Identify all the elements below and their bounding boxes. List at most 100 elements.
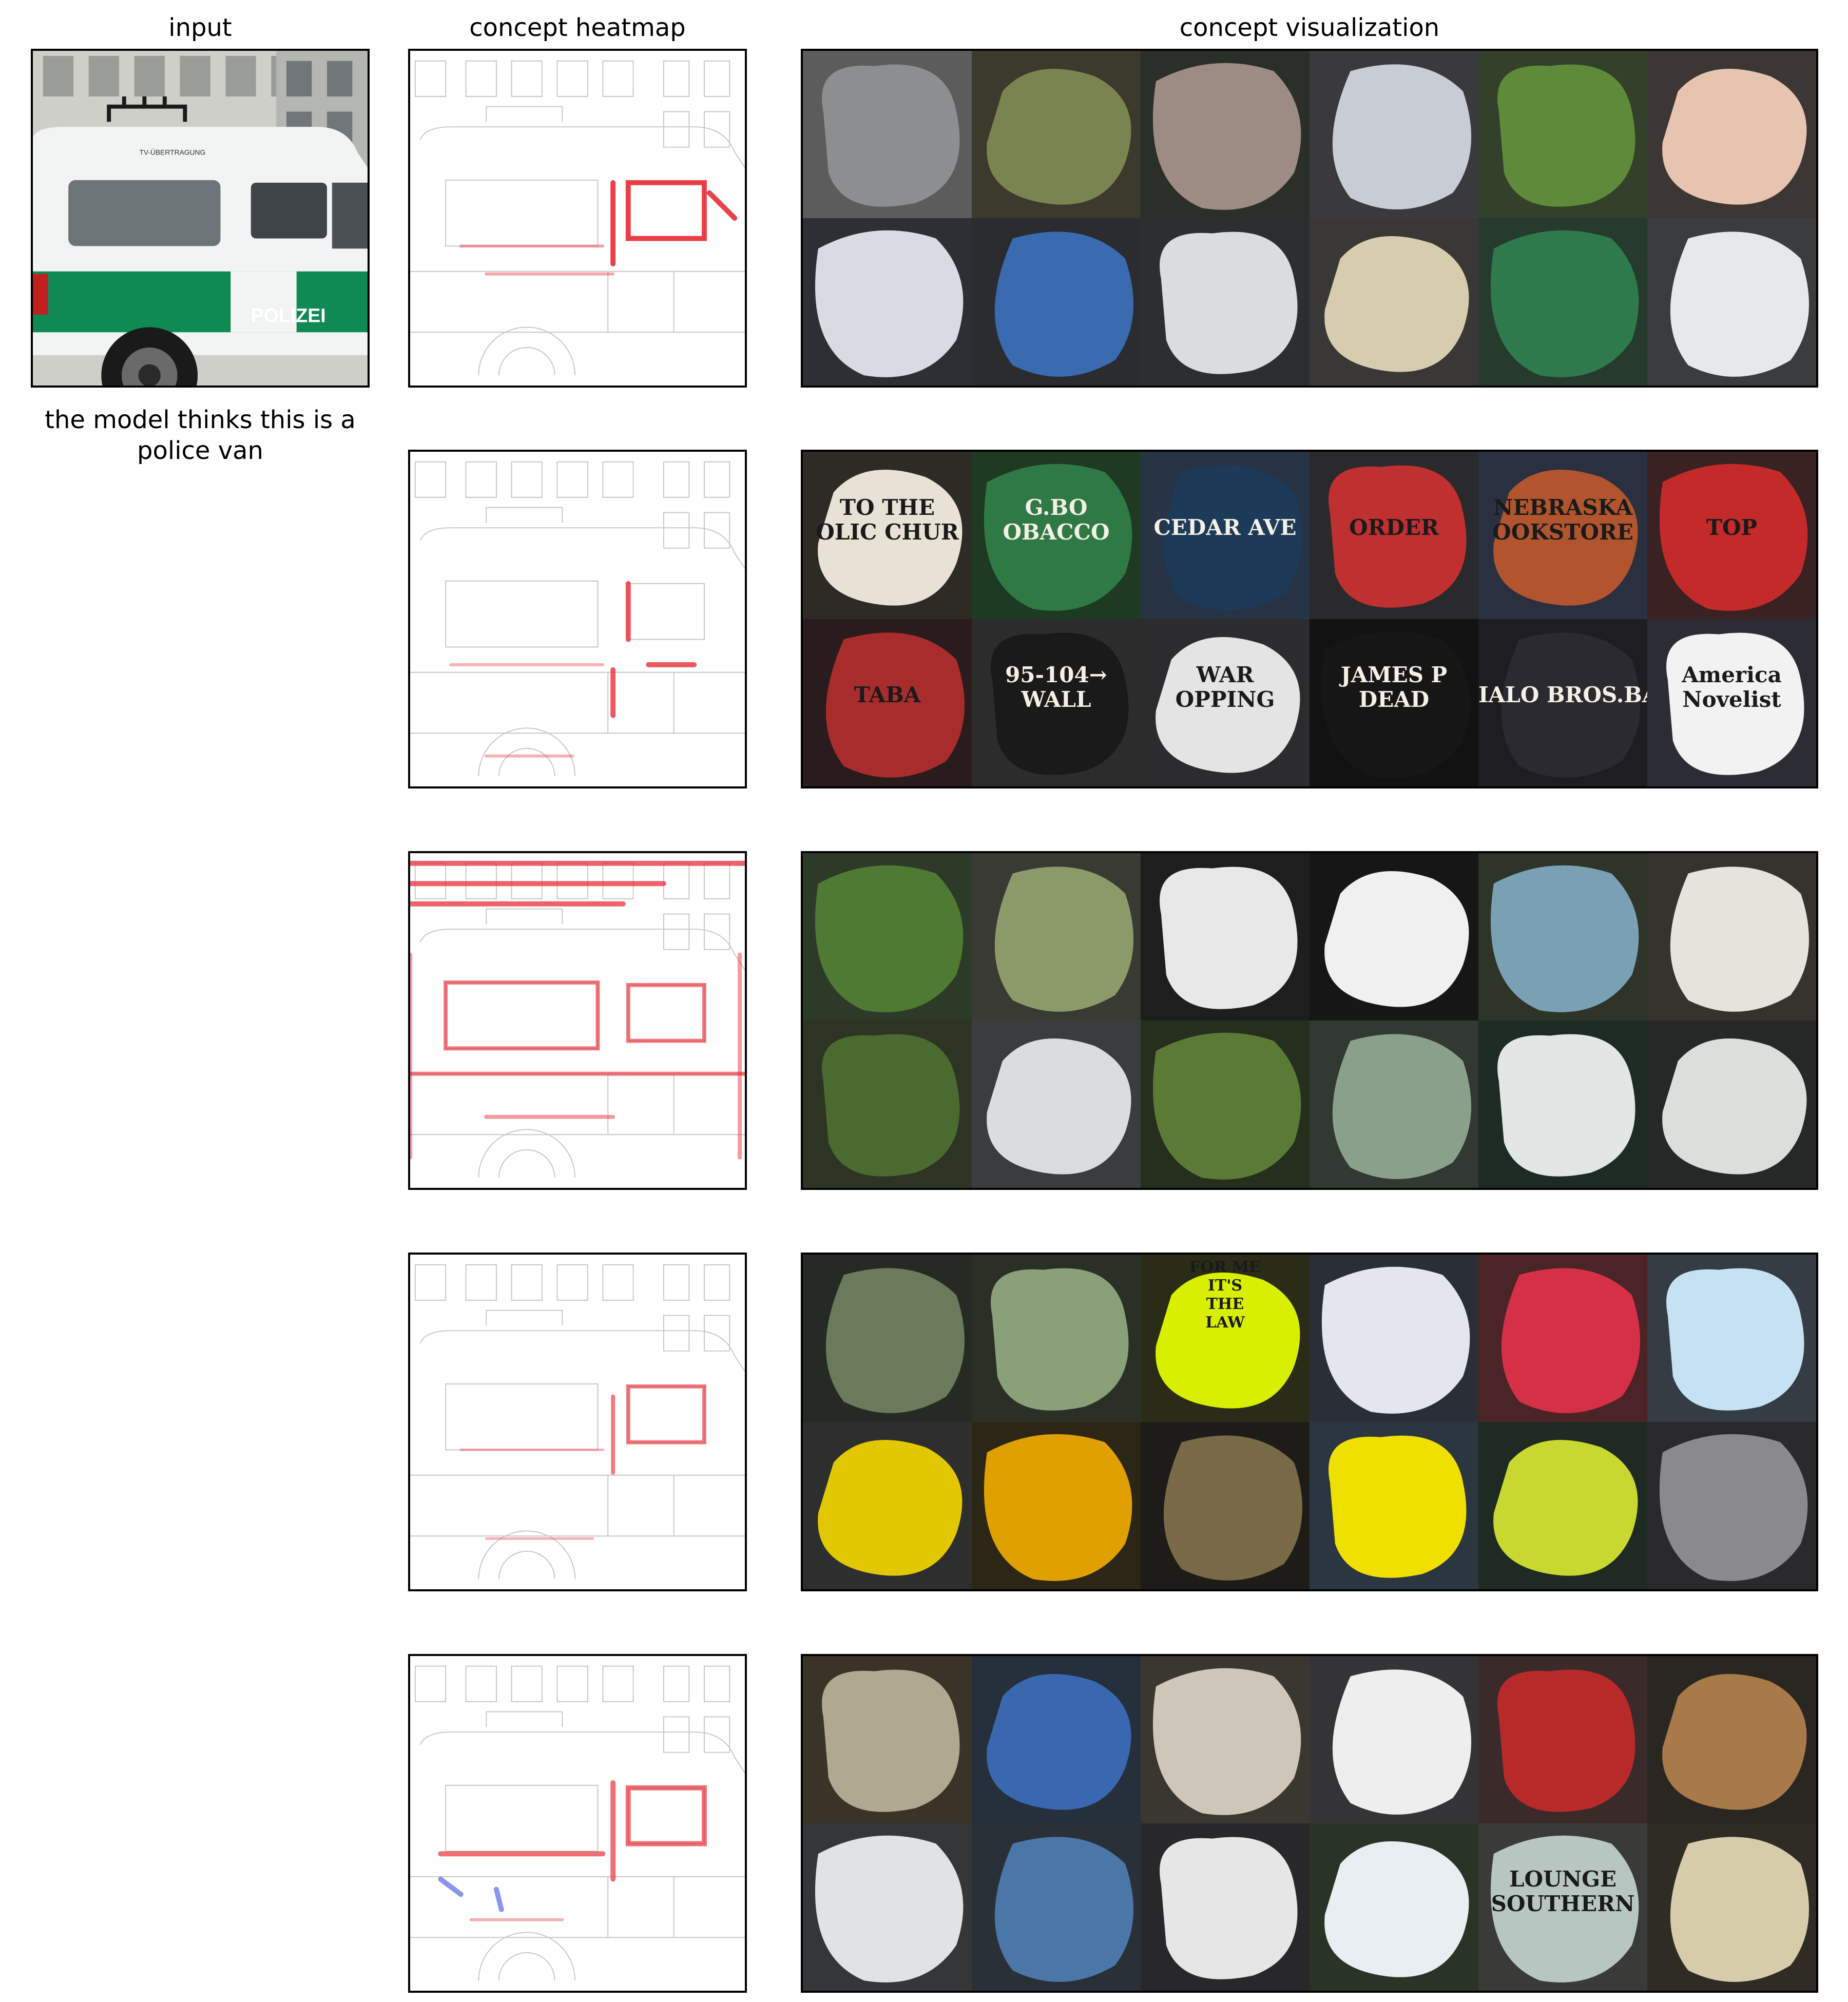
concept-example-tile: TABA [803,619,972,786]
edge-outline [498,346,555,376]
highlight-region [1152,1668,1301,1815]
highlight-region [1332,1034,1472,1179]
concept-visualization-1 [801,49,1818,388]
highlight-region [822,1669,960,1812]
tile-text: America Novelist [1682,662,1782,712]
edge-outline [703,862,730,899]
edge-outline [478,326,576,376]
concept-heatmap-4 [408,1253,747,1591]
concept-example-tile: LOUNGE SOUTHERN [1478,1823,1647,1991]
edge-outline [602,461,634,498]
concept-example-tile [1141,1021,1310,1188]
highlight-region [825,1268,965,1413]
heatmap-column-title: concept heatmap [469,13,686,42]
edge-outline [445,179,599,247]
concept-example-tile [1478,51,1647,218]
edge-outline [465,461,497,498]
tile-highlight-svg [984,1434,1132,1581]
concept-example-tile [1310,1656,1478,1823]
highlight-region [1324,1841,1469,1977]
input-image: POLIZEI TV-ÜBERTRAGUNG [31,49,370,388]
concept-example-tile: America Novelist [1647,619,1816,786]
edge-outline [556,862,588,899]
tile-text: 95-104→ WALL [1005,662,1107,712]
edge-outline [498,1149,555,1178]
highlight-region [987,1674,1131,1810]
concept-example-tile [1647,1823,1816,1991]
concept-example-tile [1310,1021,1478,1188]
highlight-region [991,1268,1129,1411]
concept-example-tile [1647,1422,1816,1589]
tile-highlight-svg [1152,1032,1301,1180]
highlight-region [822,64,960,207]
tile-highlight-svg [1324,236,1469,372]
edge-outline [486,908,563,925]
highlight-region [1324,871,1469,1007]
activation-stroke [610,180,738,266]
highlight-region [822,1034,960,1177]
edge-outline [414,60,447,97]
tile-text: TABA [854,682,921,707]
concept-example-tile [972,51,1141,218]
highlight-region [1163,1435,1303,1581]
concept-visualization-3 [801,851,1818,1190]
activation-stroke [438,1780,707,1882]
tile-highlight-svg [1324,1841,1469,1977]
highlight-region [1324,236,1469,372]
highlight-region [1329,1435,1467,1578]
edge-outline [511,60,543,97]
activation-stroke [410,980,745,1076]
concept-example-tile [803,218,972,386]
heatmap-svg [410,1264,745,1580]
tile-highlight-svg [822,64,960,207]
concept-example-tile [1141,1422,1310,1589]
concept-example-tile [803,1255,972,1422]
highlight-region [815,1835,964,1982]
edge-outline [663,862,690,899]
tile-text: G.BO OBACCO [1003,494,1110,545]
concept-example-tile: G.BO OBACCO [972,452,1141,619]
edge-outline [663,60,690,97]
edge-outline [703,111,730,148]
tile-highlight-svg [987,1038,1131,1175]
tile-highlight-svg [991,1268,1129,1411]
tile-text: LOUNGE SOUTHERN [1491,1866,1635,1916]
tile-highlight-svg [1662,1674,1807,1810]
highlight-region [1501,1268,1641,1413]
tile-highlight-svg [1497,1669,1635,1812]
tile-highlight-svg [994,232,1134,377]
activation-stroke [459,244,615,276]
tile-highlight-svg [1324,871,1469,1007]
edge-outline [602,60,634,97]
activation-stroke [438,1876,504,1912]
police-van-illustration: POLIZEI TV-ÜBERTRAGUNG [33,51,368,386]
concept-example-tile: FOR ME IT'S THE LAW [1141,1255,1310,1422]
tile-highlight-svg [1497,1034,1635,1177]
concept-example-tile [1310,218,1478,386]
highlight-region [1497,64,1635,207]
edge-outline [663,1264,690,1301]
concept-example-tile [1141,1656,1310,1823]
concept-example-tile [803,51,972,218]
highlight-region [1152,1032,1301,1180]
edge-outline [663,1665,690,1702]
tile-highlight-svg [1152,63,1301,210]
concept-example-tile: CEDAR AVE [1141,452,1310,619]
activation-stroke [449,663,605,758]
concept-example-tile [803,853,972,1021]
activation-stroke [610,581,697,718]
tile-highlight-svg [1329,1435,1467,1578]
tile-text: WAR OPPING [1175,662,1275,712]
concept-example-tile [1478,218,1647,386]
edge-outline [703,512,730,549]
concept-example-tile: TOP [1647,452,1816,619]
edge-outline [556,60,588,97]
tile-text: FOR ME IT'S THE LAW [1189,1258,1261,1332]
edge-outline [627,984,705,1042]
tile-highlight-svg [1490,865,1639,1012]
highlight-region [1666,1268,1804,1411]
highlight-region [984,1434,1132,1581]
tile-highlight-svg [1163,1435,1303,1581]
tile-highlight-svg [987,69,1131,205]
highlight-region [815,865,964,1012]
